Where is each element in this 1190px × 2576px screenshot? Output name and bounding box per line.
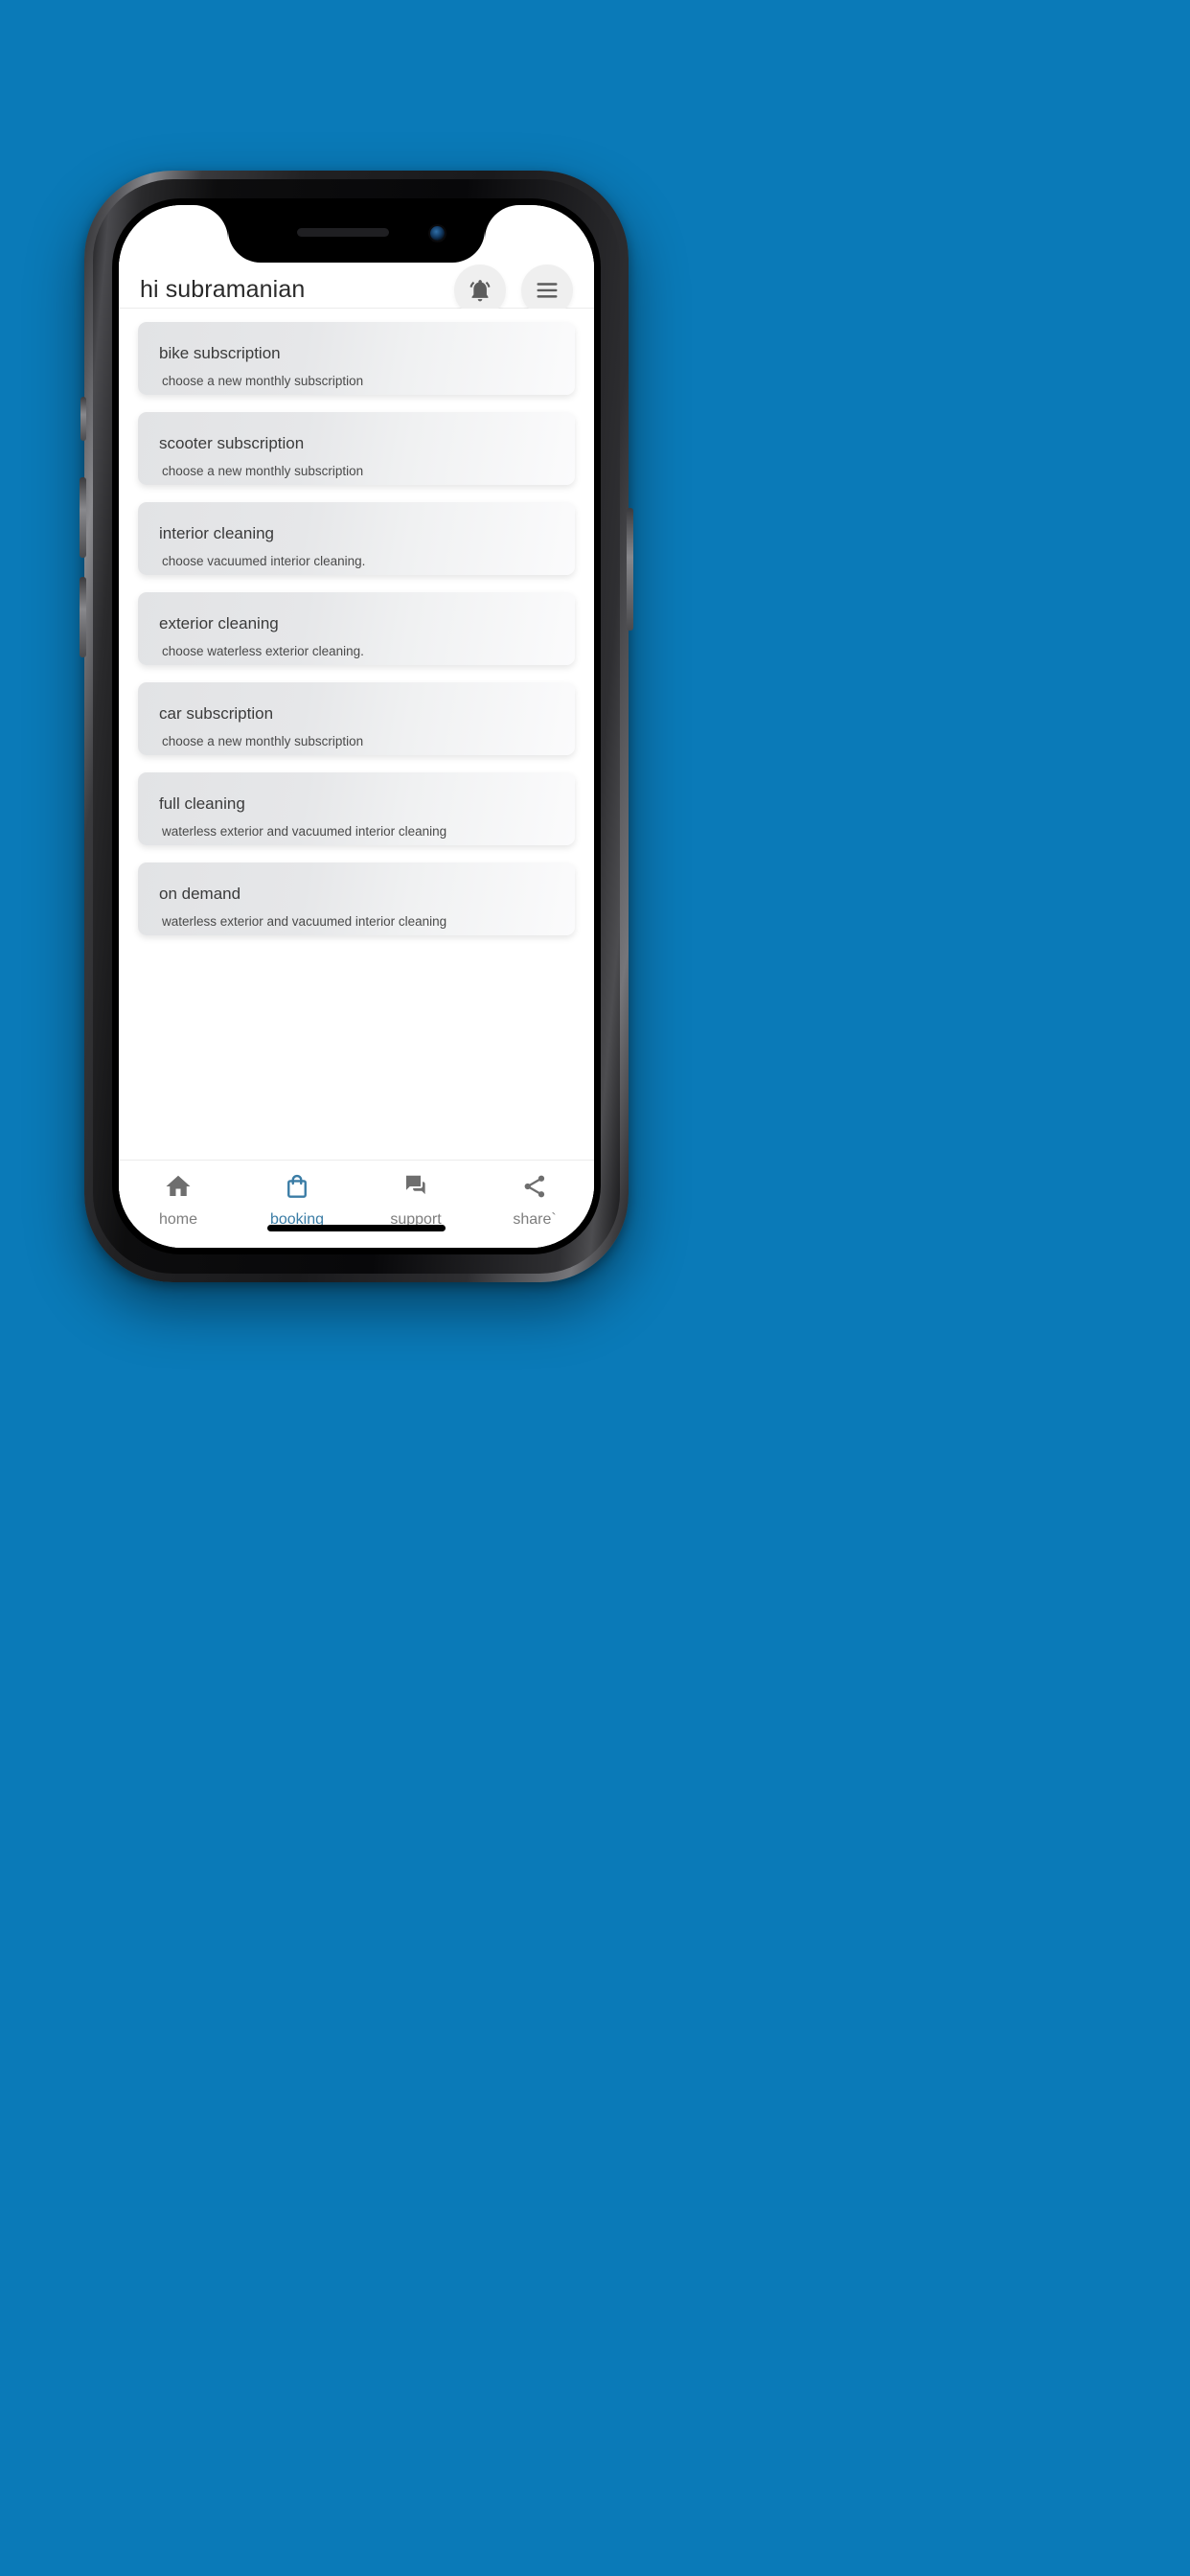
device-notch [228,205,485,263]
service-card-interior-cleaning[interactable]: interior cleaning choose vacuumed interi… [138,502,575,575]
power-button[interactable] [627,508,633,631]
home-icon [164,1172,193,1206]
notch-corner-left [194,205,228,240]
service-list: bike subscription choose a new monthly s… [119,309,594,1160]
service-card-title: scooter subscription [159,434,305,452]
service-card-on-demand[interactable]: on demand waterless exterior and vacuume… [138,862,575,935]
phone-device: hi subramanian bike subscription choose … [80,171,633,1282]
service-card-title: bike subscription [159,344,281,362]
nav-item-share[interactable]: share` [475,1172,594,1228]
service-card-subtitle: waterless exterior and vacuumed interior… [162,824,447,839]
phone-screen-bed: hi subramanian bike subscription choose … [112,198,601,1254]
nav-item-booking[interactable]: booking [238,1172,356,1228]
shopping-bag-icon [283,1172,311,1206]
service-card-subtitle: choose vacuumed interior cleaning. [162,554,366,568]
hamburger-menu-icon [534,277,561,304]
service-card-car-subscription[interactable]: car subscription choose a new monthly su… [138,682,575,755]
notch-corner-right [485,205,519,240]
service-card-title: car subscription [159,704,274,723]
home-indicator-bar[interactable] [267,1225,446,1231]
service-card-subtitle: choose a new monthly subscription [162,464,364,478]
app-screen: hi subramanian bike subscription choose … [119,205,594,1248]
speaker-grille-icon [297,228,389,237]
page-title: hi subramanian [140,276,306,303]
service-card-subtitle: choose a new monthly subscription [162,734,364,748]
service-card-title: full cleaning [159,794,245,813]
service-card-title: exterior cleaning [159,614,279,632]
service-card-title: interior cleaning [159,524,275,542]
service-card-title: on demand [159,885,241,903]
volume-down-button[interactable] [80,577,86,657]
chat-bubbles-icon [401,1172,430,1206]
volume-up-button[interactable] [80,477,86,558]
phone-screen: hi subramanian bike subscription choose … [119,205,594,1248]
service-card-subtitle: choose waterless exterior cleaning. [162,644,364,658]
bottom-navigation-bar: home booking support share` [119,1160,594,1248]
service-card-bike-subscription[interactable]: bike subscription choose a new monthly s… [138,322,575,395]
mute-switch-button[interactable] [80,397,86,441]
phone-bezel: hi subramanian bike subscription choose … [93,179,620,1274]
nav-item-label: home [158,1211,198,1228]
nav-item-label: share` [513,1211,557,1228]
share-nodes-icon [520,1172,549,1206]
service-card-exterior-cleaning[interactable]: exterior cleaning choose waterless exter… [138,592,575,665]
nav-item-support[interactable]: support [356,1172,475,1228]
service-card-full-cleaning[interactable]: full cleaning waterless exterior and vac… [138,772,575,845]
service-card-subtitle: choose a new monthly subscription [162,374,364,388]
nav-item-home[interactable]: home [119,1172,238,1228]
front-camera-icon [430,226,445,241]
service-card-subtitle: waterless exterior and vacuumed interior… [162,914,447,929]
service-card-scooter-subscription[interactable]: scooter subscription choose a new monthl… [138,412,575,485]
bell-active-icon [468,278,492,303]
